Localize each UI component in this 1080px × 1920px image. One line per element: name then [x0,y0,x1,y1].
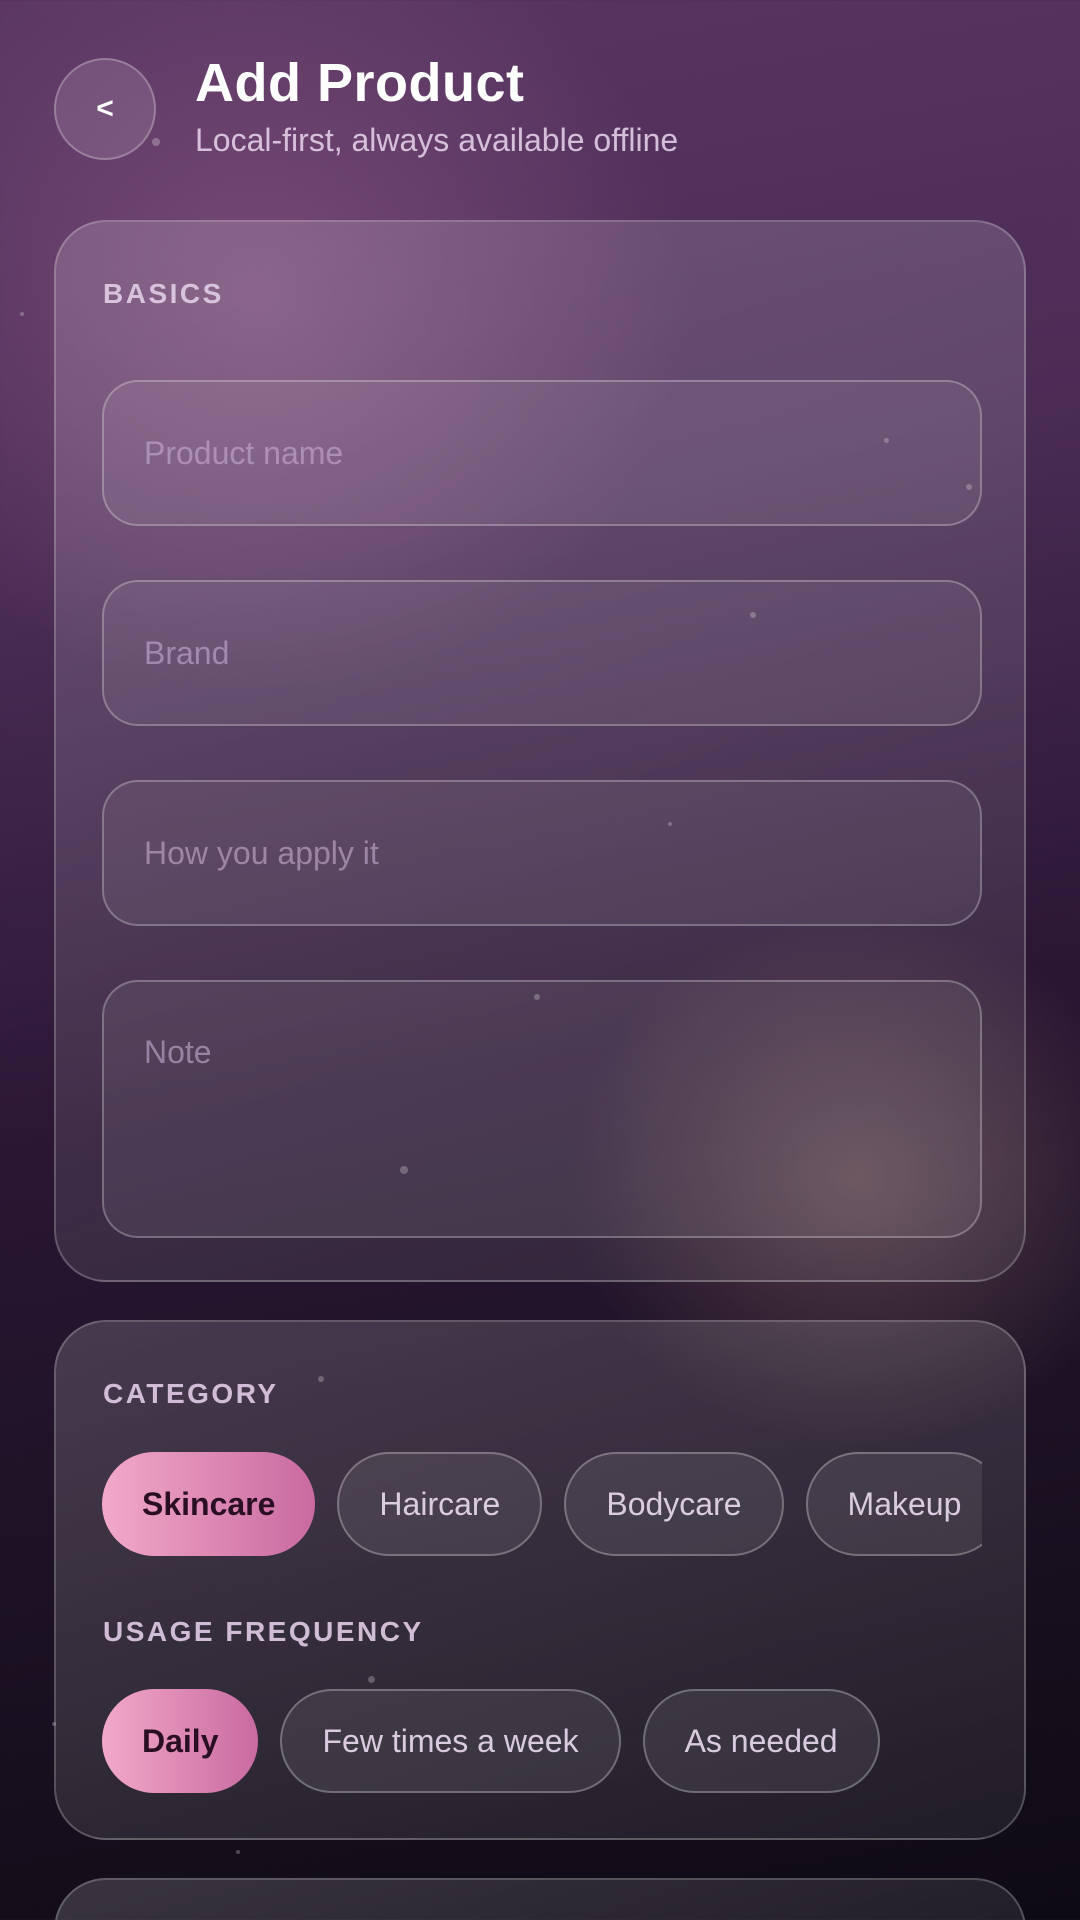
back-button[interactable]: < [54,58,156,160]
decor-dot [236,1850,240,1854]
category-card: CATEGORY Skincare Haircare Bodycare Make… [54,1320,1026,1840]
category-chip-haircare[interactable]: Haircare [337,1452,543,1556]
basics-section-label: BASICS [103,278,224,309]
next-section-card [54,1878,1026,1920]
note-textarea[interactable] [144,1034,940,1194]
application-input[interactable] [144,834,940,872]
decor-dot [20,312,24,316]
frequency-chip-daily[interactable]: Daily [102,1689,259,1793]
category-chip-skincare[interactable]: Skincare [102,1452,316,1556]
product-name-field [102,380,982,526]
application-field [102,780,982,926]
brand-input[interactable] [144,634,940,672]
category-section-label: CATEGORY [103,1378,279,1409]
category-chip-group: Skincare Haircare Bodycare Makeup [102,1452,982,1560]
frequency-chip-few-times-a-week[interactable]: Few times a week [280,1689,621,1793]
category-chip-makeup[interactable]: Makeup [805,1452,982,1556]
usage-frequency-section-label: USAGE FREQUENCY [103,1616,424,1647]
page-header: < Add Product Local-first, always availa… [54,53,1026,162]
page-subtitle: Local-first, always available offline [195,122,679,158]
chevron-left-icon: < [96,92,114,125]
basics-card: BASICS [54,220,1026,1282]
product-name-input[interactable] [144,434,940,472]
note-field [102,980,982,1238]
page-title: Add Product [195,53,525,113]
frequency-chip-group: Daily Few times a week As needed [102,1689,982,1797]
frequency-chip-as-needed[interactable]: As needed [642,1689,880,1793]
brand-field [102,580,982,726]
category-chip-bodycare[interactable]: Bodycare [564,1452,784,1556]
